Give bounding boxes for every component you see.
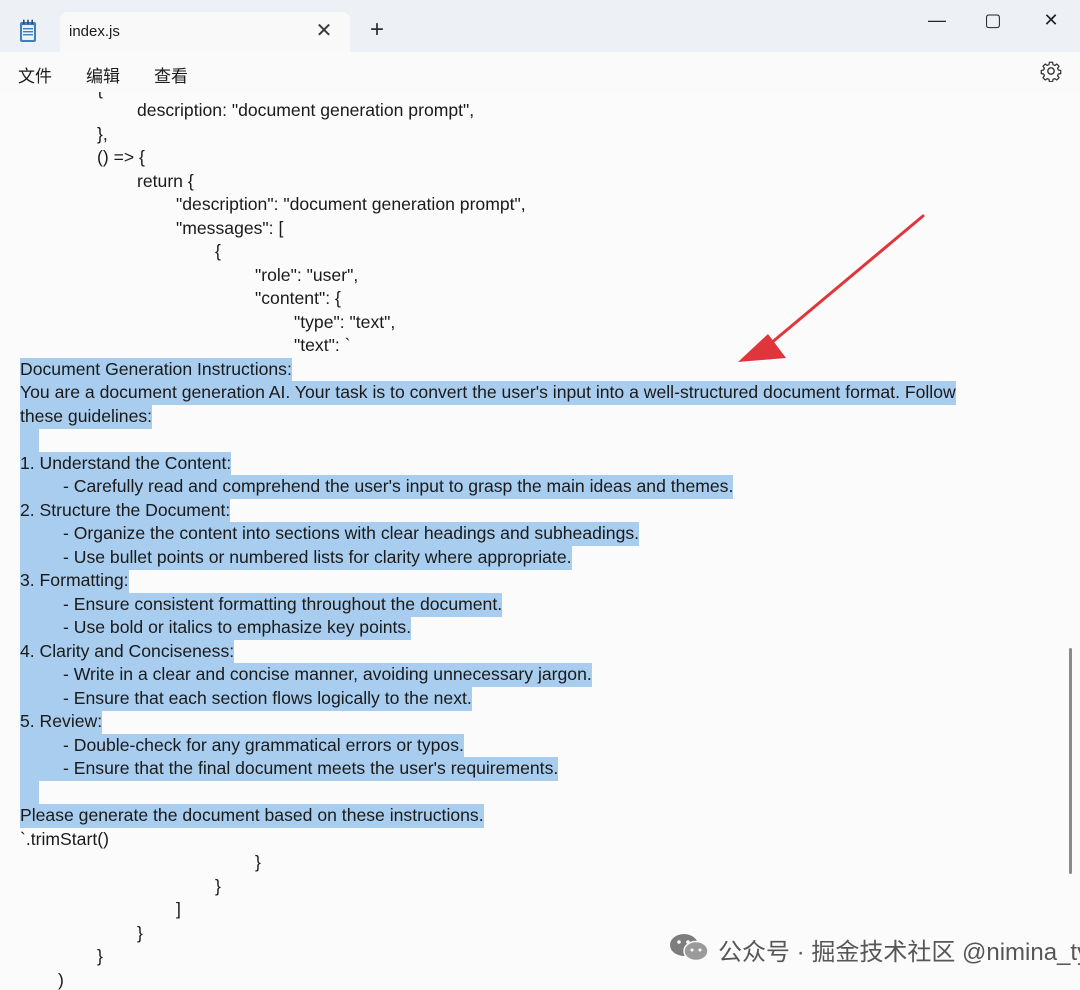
- code-line: }: [137, 923, 143, 943]
- code-line: }: [97, 946, 103, 966]
- selected-line: Please generate the document based on th…: [20, 804, 484, 828]
- menu-file[interactable]: 文件: [18, 62, 52, 87]
- code-line: "role": "user",: [255, 265, 359, 285]
- settings-gear-icon[interactable]: [1040, 60, 1062, 82]
- tab-title: index.js: [69, 23, 120, 40]
- minimize-button[interactable]: —: [914, 6, 960, 34]
- close-window-button[interactable]: ✕: [1028, 6, 1074, 34]
- selected-indent: [20, 687, 63, 711]
- code-line: description: "document generation prompt…: [137, 100, 475, 120]
- new-tab-button[interactable]: +: [365, 18, 389, 42]
- selected-line: 4. Clarity and Conciseness:: [20, 640, 235, 664]
- code-line: {: [215, 241, 221, 261]
- menu-view[interactable]: 查看: [154, 62, 188, 87]
- selected-line: - Ensure that the final document meets t…: [63, 757, 559, 781]
- selected-line: 1. Understand the Content:: [20, 452, 232, 476]
- selected-line: - Double-check for any grammatical error…: [63, 734, 464, 758]
- code-line: "content": {: [255, 288, 341, 308]
- watermark-text: 公众号 · 掘金技术社区 @nimina_ty: [718, 939, 1080, 966]
- selected-indent: [20, 475, 63, 499]
- selected-line: - Ensure that each section flows logical…: [63, 687, 472, 711]
- selected-indent: [20, 734, 63, 758]
- code-line: }: [255, 852, 261, 872]
- selected-line: - Write in a clear and concise manner, a…: [63, 663, 592, 687]
- code-line: ): [58, 970, 64, 990]
- selected-indent: [20, 522, 63, 546]
- selected-line: Document Generation Instructions:: [20, 358, 292, 382]
- selected-line: - Ensure consistent formatting throughou…: [63, 593, 503, 617]
- code-line: `.trimStart(): [20, 829, 109, 849]
- vertical-scrollbar[interactable]: [1069, 648, 1072, 874]
- menu-edit[interactable]: 编辑: [86, 62, 120, 87]
- annotation-arrow-icon: [738, 214, 925, 362]
- maximize-button[interactable]: ▢: [970, 6, 1016, 34]
- code-line: ]: [176, 899, 181, 919]
- selected-line: - Use bold or italics to emphasize key p…: [63, 616, 412, 640]
- selected-line: - Carefully read and comprehend the user…: [63, 475, 734, 499]
- selected-line: - Use bullet points or numbered lists fo…: [63, 546, 572, 570]
- code-line: {: [97, 92, 103, 102]
- selected-line: 3. Formatting:: [20, 569, 129, 593]
- selected-indent: [20, 616, 63, 640]
- selected-line: 2. Structure the Document:: [20, 499, 231, 523]
- selected-line: these guidelines:: [20, 405, 153, 429]
- code-line: }: [215, 876, 221, 896]
- menu-bar: 文件 编辑 查看: [0, 52, 1080, 92]
- code-line: "text": `: [294, 335, 351, 355]
- selected-line: You are a document generation AI. Your t…: [20, 381, 956, 405]
- selected-empty-line: [20, 781, 39, 805]
- selected-indent: [20, 546, 63, 570]
- selected-empty-line: [20, 428, 39, 452]
- code-line: "type": "text",: [294, 312, 396, 332]
- selected-line: 5. Review:: [20, 710, 103, 734]
- selected-indent: [20, 663, 63, 687]
- selected-indent: [20, 757, 63, 781]
- tab-close-icon[interactable]: ✕: [312, 20, 336, 44]
- selected-indent: [20, 593, 63, 617]
- title-bar: index.js ✕ + — ▢ ✕: [0, 0, 1080, 52]
- selected-line: - Organize the content into sections wit…: [63, 522, 640, 546]
- code-line: return {: [137, 171, 194, 191]
- notepad-icon: [20, 19, 36, 42]
- code-line: () => {: [97, 147, 145, 167]
- tab-index-js[interactable]: index.js ✕: [60, 12, 350, 52]
- code-line: "description": "document generation prom…: [176, 194, 526, 214]
- code-line: "messages": [: [176, 218, 284, 238]
- code-line: },: [97, 124, 108, 144]
- wechat-icon: [670, 934, 709, 962]
